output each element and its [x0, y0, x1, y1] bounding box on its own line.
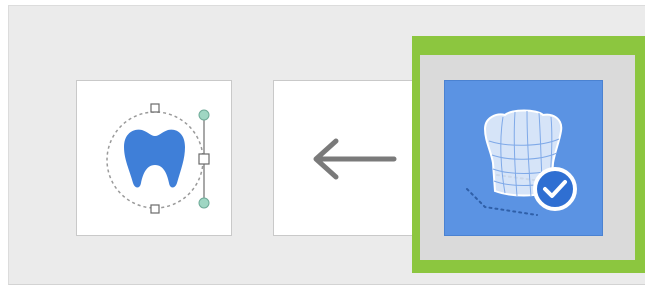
tooth-transform-icon — [106, 103, 210, 214]
back-arrow-button[interactable] — [273, 80, 429, 236]
tooth-transform-button[interactable] — [76, 80, 232, 236]
checkmark-badge-icon — [533, 167, 577, 211]
arrow-left-icon — [313, 138, 397, 180]
crown-confirm-button[interactable] — [444, 80, 603, 236]
